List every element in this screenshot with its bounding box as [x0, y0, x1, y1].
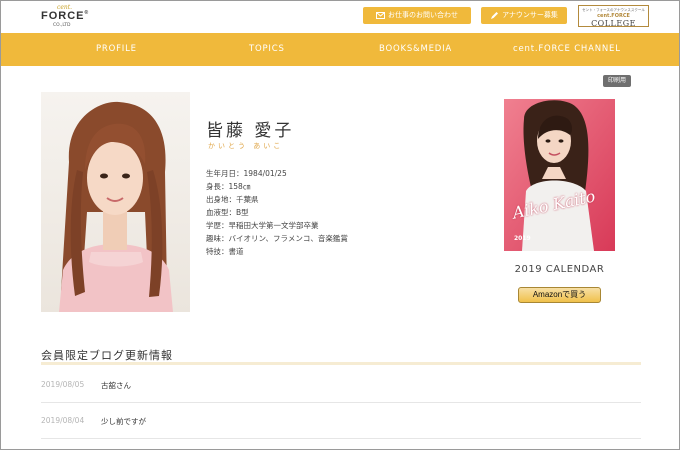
profile-photo — [41, 92, 190, 312]
college-banner[interactable]: セント・フォースのアナウンススクール cent.FORCE COLLEGE — [578, 5, 649, 28]
blog-entry[interactable]: 2019/08/05 古舘さん — [41, 367, 641, 403]
blog-section-title: 会員限定ブログ更新情報 — [41, 349, 173, 362]
pen-icon — [491, 11, 499, 19]
blog-divider — [41, 362, 641, 365]
detail-hobbies: 趣味：バイオリン、フラメンコ、音楽鑑賞 — [206, 234, 348, 243]
contact-label: お仕事のお問い合わせ — [388, 11, 458, 19]
logo-co: CO.,LTD — [53, 23, 71, 28]
detail-blood-type: 血液型：B型 — [206, 208, 249, 217]
blog-entry-title[interactable]: 少し前ですが — [101, 416, 146, 427]
blog-entry-title[interactable]: 古舘さん — [101, 380, 131, 391]
audition-button[interactable]: アナウンサー募集 — [481, 7, 567, 24]
profile-name: 皆藤 愛子 — [206, 121, 295, 141]
detail-education: 学歴：早稲田大学第一文学部卒業 — [206, 221, 319, 230]
blog-entry[interactable]: 2019/08/04 少し前ですが — [41, 403, 641, 439]
profile-details: 生年月日：1984/01/25 身長：158㎝ 出身地：千葉県 血液型：B型 学… — [206, 167, 348, 258]
site-header: cent. FORCE® CO.,LTD お仕事のお問い合わせ アナウンサー募集… — [1, 1, 679, 33]
print-button[interactable]: 印刷用 — [603, 75, 631, 87]
amazon-buy-button[interactable]: Amazonで買う — [518, 287, 601, 303]
audition-label: アナウンサー募集 — [502, 11, 558, 19]
nav-books-media[interactable]: BOOKS&MEDIA — [379, 33, 452, 66]
detail-birthday: 生年月日：1984/01/25 — [206, 169, 287, 178]
detail-birthplace: 出身地：千葉県 — [206, 195, 259, 204]
profile-kana: かいとう あいこ — [208, 142, 284, 150]
logo-force: FORCE® — [41, 10, 90, 22]
college-label: COLLEGE — [591, 19, 636, 28]
blog-entry-date: 2019/08/04 — [41, 416, 85, 425]
blog-entry-date: 2019/08/05 — [41, 380, 85, 389]
contact-button[interactable]: お仕事のお問い合わせ — [363, 7, 471, 24]
calendar-title: 2019 CALENDAR — [514, 264, 605, 275]
nav-profile[interactable]: PROFILE — [96, 33, 137, 66]
mail-icon — [376, 11, 385, 19]
detail-height: 身長：158㎝ — [206, 182, 251, 191]
calendar-cover-year: 2019 — [514, 235, 531, 242]
site-logo[interactable]: cent. FORCE® CO.,LTD — [41, 4, 101, 30]
detail-skills: 特技：書道 — [206, 247, 244, 256]
nav-channel[interactable]: cent.FORCE CHANNEL — [513, 33, 621, 66]
calendar-cover[interactable]: Aiko Kaito 2019 — [504, 99, 615, 251]
nav-topics[interactable]: TOPICS — [249, 33, 285, 66]
main-nav: PROFILE TOPICS BOOKS&MEDIA cent.FORCE CH… — [1, 33, 679, 66]
page-frame: cent. FORCE® CO.,LTD お仕事のお問い合わせ アナウンサー募集… — [0, 0, 680, 450]
